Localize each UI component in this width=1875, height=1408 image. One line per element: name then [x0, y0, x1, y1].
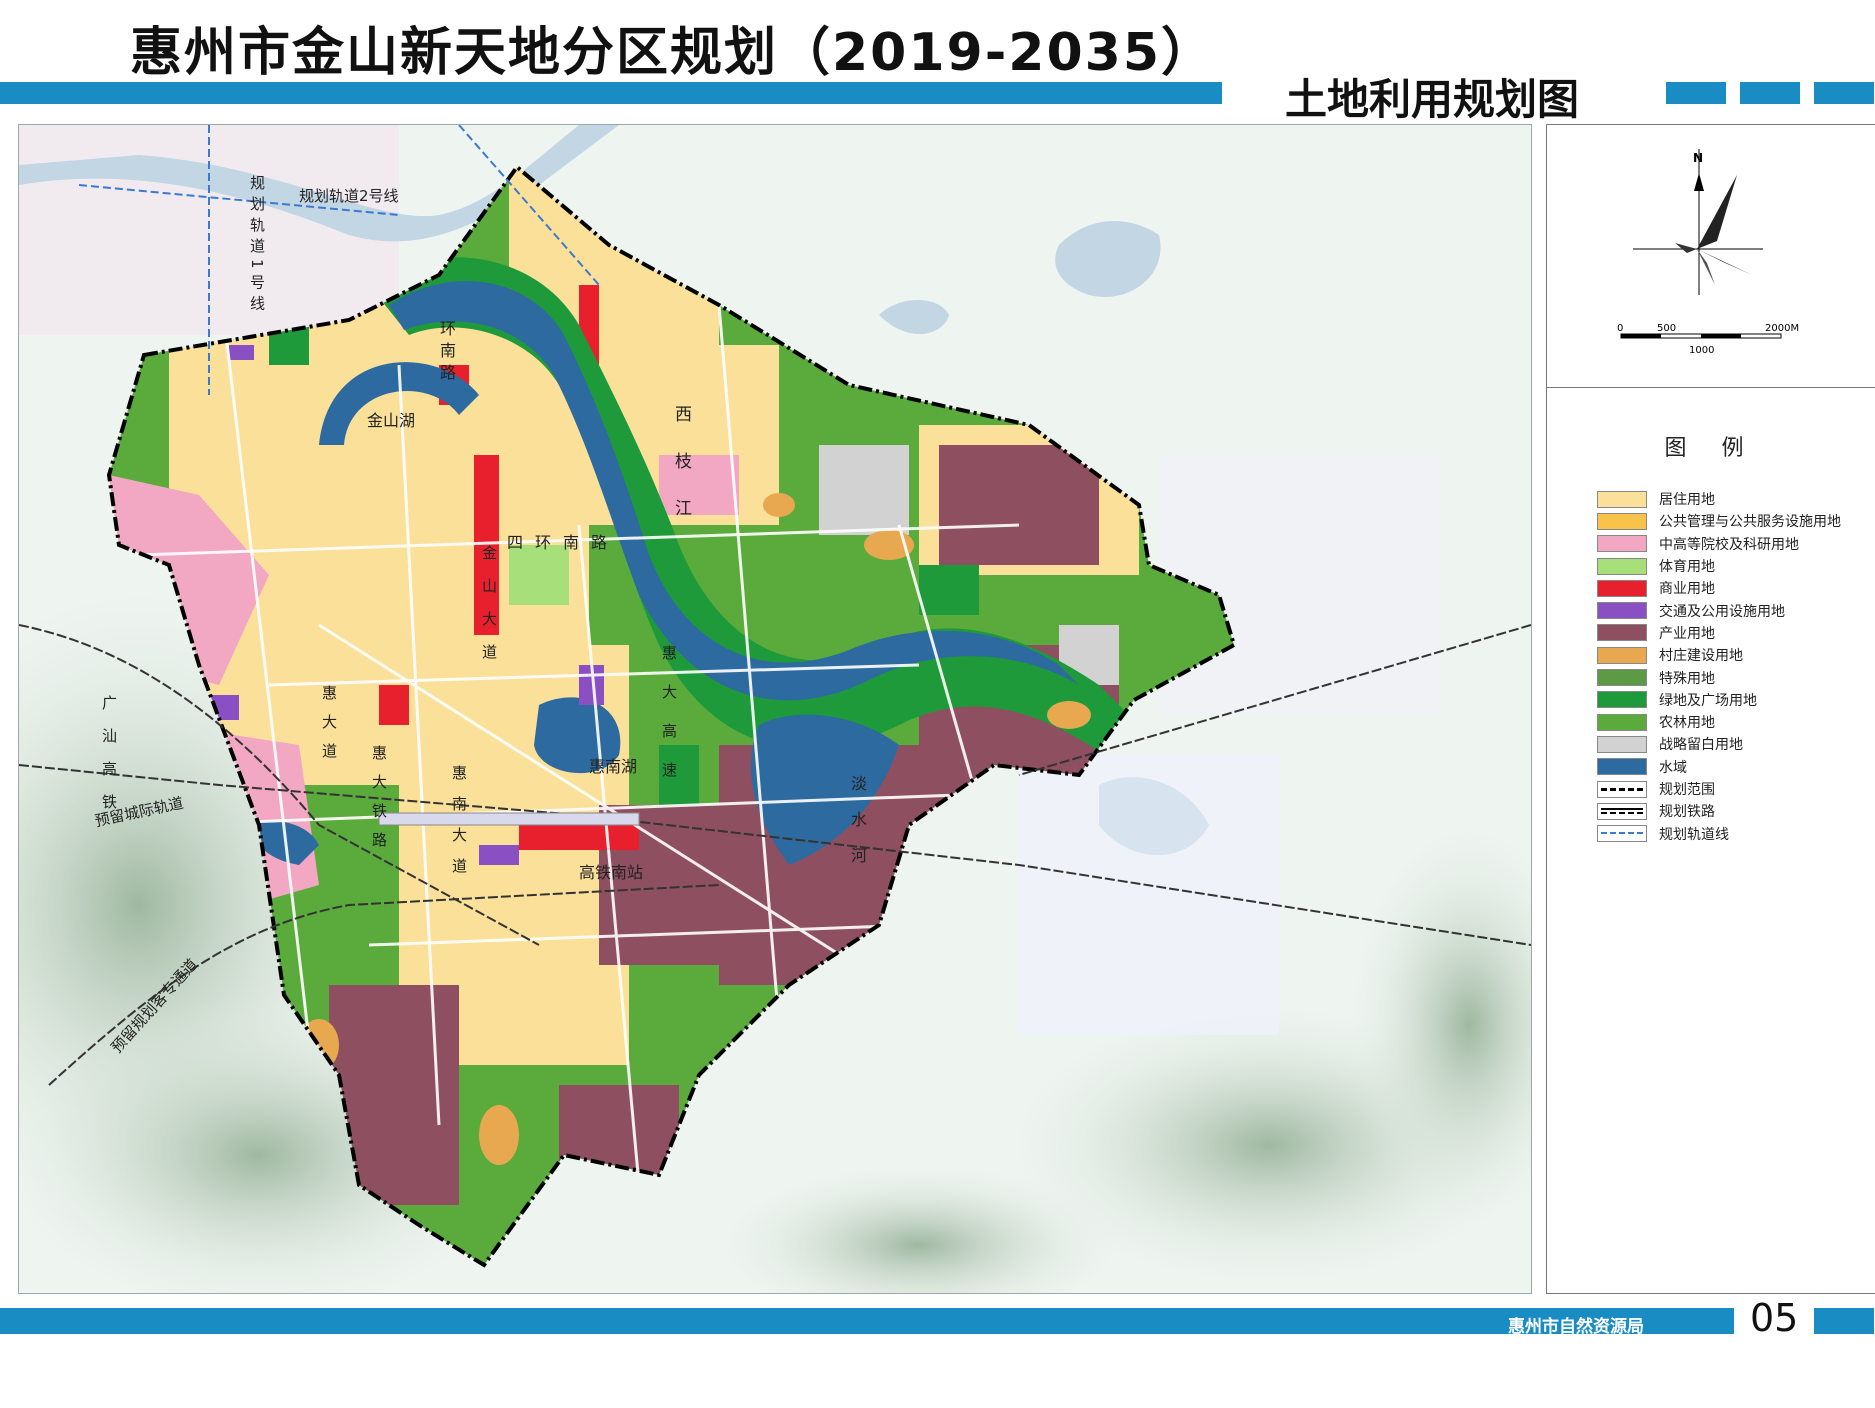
panel-divider — [1547, 387, 1875, 388]
legend-label: 绿地及广场用地 — [1659, 692, 1757, 709]
label-high-speed-station: 高铁南站 — [579, 863, 644, 882]
legend-label: 村庄建设用地 — [1659, 648, 1743, 665]
legend-swatch — [1597, 713, 1647, 731]
map-subtitle: 土地利用规划图 — [1285, 75, 1580, 124]
legend-label: 战略留白用地 — [1659, 737, 1743, 754]
legend-label: 农林用地 — [1659, 715, 1715, 732]
label-huannan-road: 环南路 — [437, 320, 456, 386]
legend-swatch — [1597, 735, 1647, 753]
legend-item: 特殊用地 — [1597, 666, 1841, 688]
legend-label: 水域 — [1659, 759, 1687, 776]
legend-swatch — [1597, 624, 1647, 642]
legend-swatch — [1597, 691, 1647, 709]
legend: 居住用地公共管理与公共服务设施用地 中高等院校及科研用地 体育用地商业用地交通及公用… — [1597, 488, 1841, 845]
scale-label-0: 0 — [1617, 323, 1624, 334]
gaotie-station-platform — [378, 812, 640, 826]
legend-item: 居住用地 — [1597, 488, 1841, 510]
legend-title: 图 例 — [1664, 436, 1758, 461]
legend-label: 体育用地 — [1659, 559, 1715, 576]
legend-swatch — [1597, 825, 1647, 843]
legend-label: 规划铁路 — [1659, 804, 1715, 821]
label-huida-rail: 惠大铁路 — [370, 745, 388, 861]
legend-swatch — [1597, 602, 1647, 620]
map-info-panel: N 0 500 2000M 1000 图 例 居住用地公共管理与公共服务设施用地… — [1546, 124, 1875, 1294]
legend-item: 绿地及广场用地 — [1597, 689, 1841, 711]
scale-label-2000: 2000M — [1765, 323, 1800, 334]
label-huinan-lake: 惠南湖 — [589, 757, 638, 776]
legend-item: 体育用地 — [1597, 555, 1841, 577]
footer-bar-left — [0, 1308, 1734, 1334]
outer-urban-area — [1159, 455, 1439, 715]
page-title: 惠州市金山新天地分区规划（2019-2035） — [130, 23, 1216, 83]
legend-item: 交通及公用设施用地 — [1597, 599, 1841, 621]
legend-swatch — [1597, 646, 1647, 664]
label-jinshan-avenue: 金山大道 — [480, 545, 498, 677]
legend-swatch — [1597, 512, 1647, 530]
page-number: 05 — [1750, 1296, 1799, 1340]
header-block-2 — [1740, 82, 1800, 104]
label-hui-avenue: 惠大道 — [320, 685, 338, 772]
legend-swatch — [1597, 535, 1647, 553]
legend-swatch — [1597, 669, 1647, 687]
legend-item: 水域 — [1597, 756, 1841, 778]
legend-label: 规划范围 — [1659, 782, 1715, 798]
label-huinan-avenue: 惠南大道 — [450, 765, 468, 889]
legend-item: 规划范围 — [1597, 778, 1841, 800]
map-canvas — [19, 125, 1531, 1293]
legend-item: 战略留白用地 — [1597, 733, 1841, 755]
legend-item: 村庄建设用地 — [1597, 644, 1841, 666]
header-block-3 — [1814, 82, 1874, 104]
legend-item: 中高等院校及科研用地 — [1597, 533, 1841, 555]
land-use-map[interactable]: 规划轨道1号线 规划轨道2号线 环南路 金山湖 西枝江 四环南路 金山大道 惠大… — [18, 124, 1532, 1294]
legend-item: 产业用地 — [1597, 622, 1841, 644]
legend-swatch — [1597, 579, 1647, 597]
label-metro-2: 规划轨道2号线 — [299, 187, 399, 205]
legend-label: 居住用地 — [1659, 492, 1715, 509]
north-arrow-icon — [1633, 149, 1763, 295]
label-huida-expressway: 惠大高速 — [660, 645, 678, 801]
label-jinshan-lake: 金山湖 — [367, 411, 416, 430]
legend-item: 农林用地 — [1597, 711, 1841, 733]
legend-item: 公共管理与公共服务设施用地 — [1597, 510, 1841, 532]
legend-item: 商业用地 — [1597, 577, 1841, 599]
north-label: N — [1693, 151, 1704, 165]
legend-swatch — [1597, 758, 1647, 776]
legend-label: 商业用地 — [1659, 581, 1715, 598]
legend-swatch — [1597, 780, 1647, 798]
legend-label: 规划轨道线 — [1659, 826, 1729, 843]
legend-label: 特殊用地 — [1659, 670, 1715, 687]
legend-swatch — [1597, 802, 1647, 820]
header-block-1 — [1666, 82, 1726, 104]
scale-label-1000: 1000 — [1689, 345, 1715, 356]
footer-bar-right — [1814, 1308, 1874, 1334]
legend-item: 规划铁路 — [1597, 800, 1841, 822]
label-sihuannan-road: 四环南路 — [507, 533, 620, 552]
legend-swatch — [1597, 490, 1647, 508]
legend-label: 公共管理与公共服务设施用地 — [1659, 514, 1841, 531]
legend-item: 规划轨道线 — [1597, 822, 1841, 844]
label-xizhi-river: 西枝江 — [671, 405, 691, 546]
legend-swatch — [1597, 557, 1647, 575]
legend-label: 中高等院校及科研用地 — [1659, 536, 1799, 553]
scale-label-500: 500 — [1657, 323, 1677, 334]
legend-label: 交通及公用设施用地 — [1659, 603, 1785, 620]
label-danshui-river: 淡水河 — [848, 775, 867, 883]
header-bar-left — [0, 82, 1222, 104]
legend-label: 产业用地 — [1659, 625, 1715, 642]
label-metro-1: 规划轨道1号线 — [248, 175, 266, 317]
footer-agency: 惠州市自然资源局 — [1508, 1317, 1644, 1337]
